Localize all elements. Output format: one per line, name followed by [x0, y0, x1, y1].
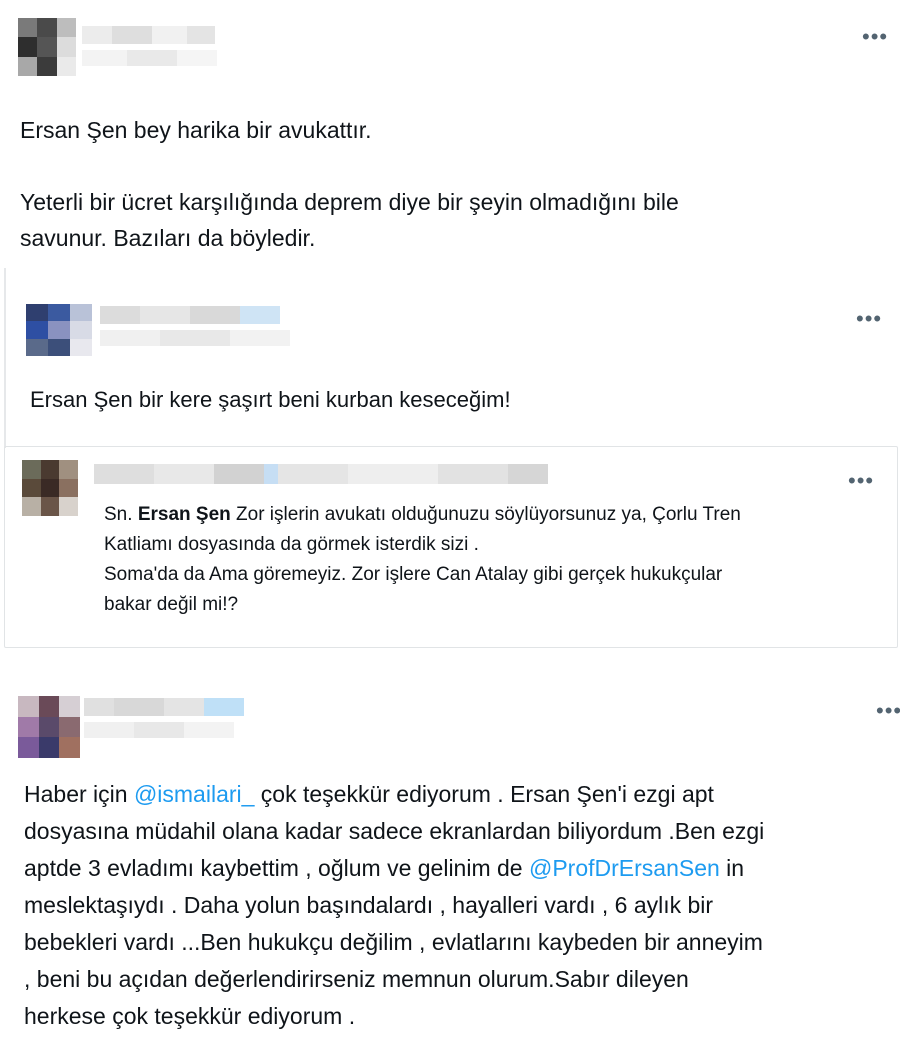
tweet-2: ••• Ersan Şen bir kere şaşırt beni kurba… — [0, 290, 900, 440]
avatar-blurred[interactable] — [26, 304, 92, 356]
tweet-text: Haber için @ismailari_ çok teşekkür ediy… — [24, 776, 894, 1035]
tweet-3: ••• Sn. Ersan Şen Zor işlerin avukatı ol… — [0, 446, 900, 648]
text-prefix: Sn. — [104, 504, 138, 525]
mention-link[interactable]: @ismailari_ — [134, 781, 254, 807]
avatar-blurred[interactable] — [22, 460, 78, 516]
mention-link[interactable]: @ProfDrErsanSen — [529, 855, 720, 881]
more-horizontal-icon[interactable]: ••• — [876, 700, 900, 722]
more-horizontal-icon[interactable]: ••• — [856, 308, 882, 330]
text-part-1: Haber için — [24, 781, 134, 807]
username-blurred[interactable] — [82, 26, 217, 66]
text-part-3: in meslektaşıydı . Daha yolun başındalar… — [24, 855, 763, 1029]
tweet-text: Ersan Şen bey harika bir avukattır. Yete… — [20, 117, 679, 251]
username-blurred[interactable] — [84, 698, 244, 738]
username-blurred[interactable] — [94, 464, 548, 484]
avatar-blurred[interactable] — [18, 696, 80, 758]
tweet-text: Ersan Şen bir kere şaşırt beni kurban ke… — [30, 387, 511, 412]
bold-name: Ersan Şen — [137, 504, 231, 525]
more-horizontal-icon[interactable]: ••• — [848, 470, 874, 492]
username-blurred[interactable] — [100, 306, 290, 346]
tweet-4: ••• Haber için @ismailari_ çok teşekkür … — [0, 660, 900, 1050]
tweet-text: Sn. Ersan Şen Zor işlerin avukatı olduğu… — [104, 500, 884, 620]
tweet-1: ••• Ersan Şen bey harika bir avukattır. … — [0, 0, 900, 265]
avatar-blurred[interactable] — [18, 18, 76, 76]
more-horizontal-icon[interactable]: ••• — [862, 26, 888, 48]
